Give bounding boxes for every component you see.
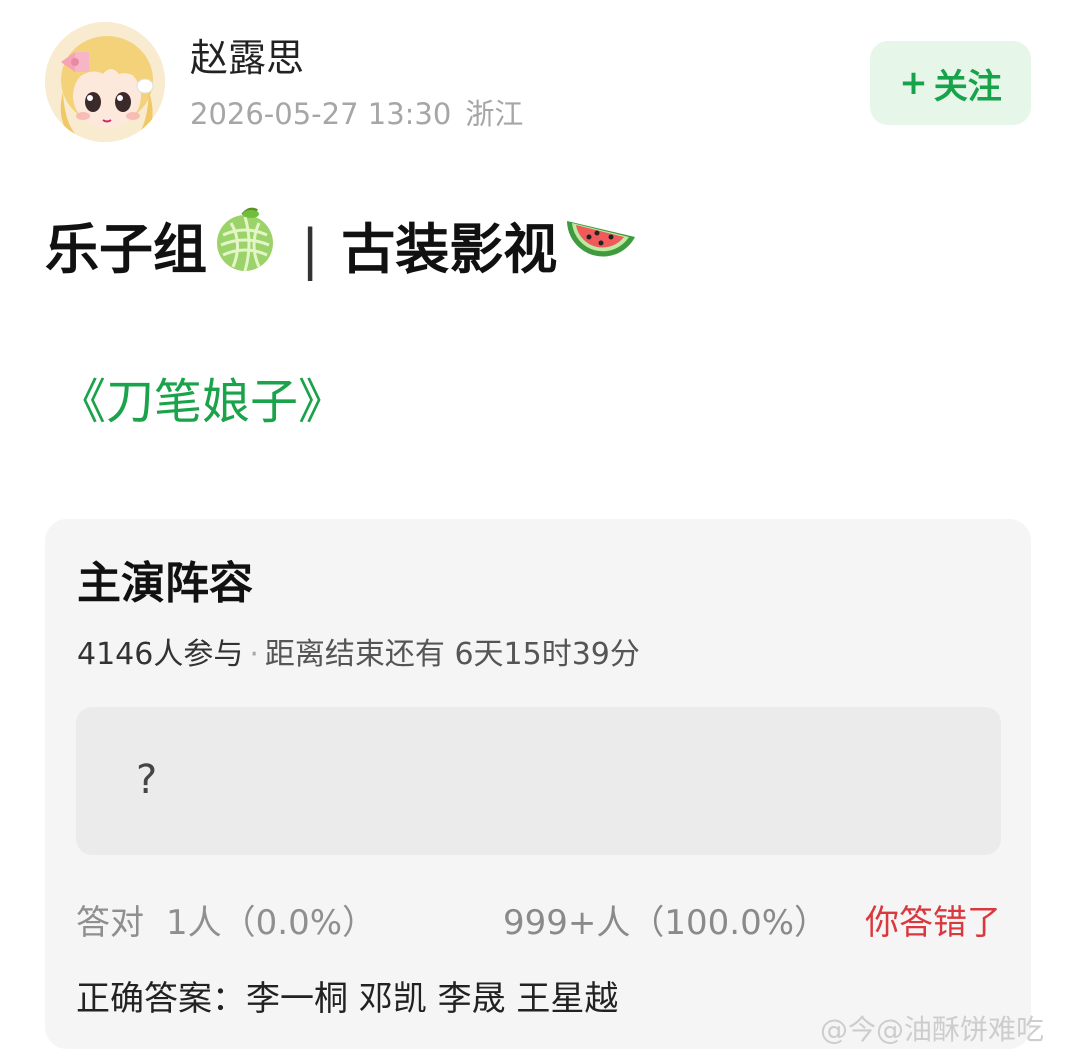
- avatar[interactable]: [45, 22, 165, 142]
- post-meta: 2026-05-27 13:30 浙江: [190, 94, 523, 134]
- quiz-stats: 4146人参与 · 距离结束还有 6天15时39分: [77, 633, 640, 677]
- melon-emoji-icon: [213, 205, 277, 295]
- follow-button[interactable]: + 关注: [870, 41, 1031, 125]
- stats-dot: ·: [249, 637, 259, 672]
- correct-answer: 正确答案：李一桐 邓凯 李晟 王星越: [76, 971, 618, 1027]
- participant-count: 4146人参与: [77, 637, 244, 672]
- title-separator: |: [301, 218, 320, 281]
- title-part-2: 古装影视: [341, 218, 558, 281]
- avatar-illustration: [45, 22, 165, 142]
- watermark-text: @今@油酥饼难吃: [820, 1013, 1045, 1046]
- quiz-card: 主演阵容 4146人参与 · 距离结束还有 6天15时39分 ? 答对 1人（0.0%…: [45, 519, 1031, 1049]
- post-title: 乐子组 | 古装影视: [45, 207, 645, 293]
- correct-stat: 答对 1人（0.0%）: [76, 895, 376, 951]
- result-row: 答对 1人（0.0%） 999+人（100.0%） 你答错了: [76, 895, 1001, 951]
- correct-label: 答对: [76, 903, 144, 943]
- title-part-1: 乐子组: [45, 218, 207, 281]
- wrong-notice: 你答错了: [865, 903, 1001, 943]
- quiz-title: 主演阵容: [77, 558, 253, 609]
- time-remaining: 距离结束还有 6天15时39分: [264, 637, 640, 672]
- option-text: ?: [136, 757, 158, 803]
- answer-value: 李一桐 邓凯 李晟 王星越: [246, 979, 619, 1019]
- other-count: 999+人（100.0%）: [503, 903, 829, 943]
- watermark: @今@油酥饼难吃: [820, 1010, 1044, 1050]
- plus-icon: +: [899, 63, 928, 103]
- author-name[interactable]: 赵露思: [190, 34, 304, 82]
- follow-label: 关注: [933, 66, 1002, 107]
- watermelon-emoji-icon: [563, 207, 639, 293]
- post-timestamp: 2026-05-27 13:30: [190, 97, 452, 131]
- post-location: 浙江: [465, 97, 524, 131]
- correct-count: 1人（0.0%）: [166, 903, 377, 943]
- answer-label: 正确答案：: [76, 979, 246, 1019]
- topic-link[interactable]: 《刀笔娘子》: [58, 370, 346, 434]
- quiz-option[interactable]: ?: [76, 707, 1001, 855]
